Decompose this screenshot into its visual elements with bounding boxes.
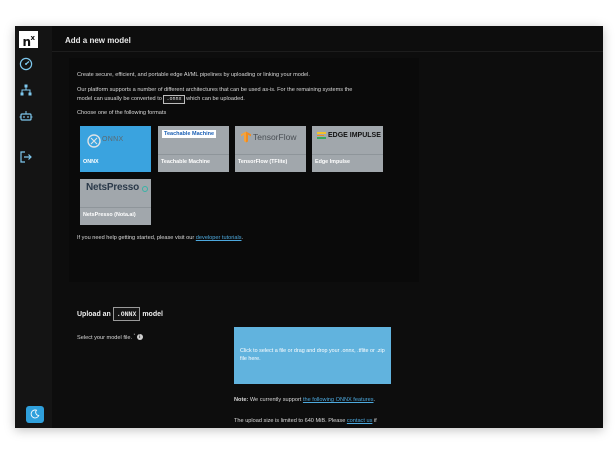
format-tile-label: Teachable Machine [161,159,211,165]
contact-us-link[interactable]: contact us [347,418,373,424]
onnx-logo-text: ONNX [102,136,124,143]
file-dropzone[interactable]: Click to select a file or drag and drop … [234,327,391,384]
info-icon[interactable]: i [136,334,143,341]
intro-card: Create secure, efficient, and portable e… [69,58,419,282]
format-tile-label: Edge Impulse [315,159,351,165]
upload-limit-text: The upload size is limited to 640 MiB. P… [234,417,377,425]
upload-format-code: .ONNX [112,307,141,321]
required-mark: * [133,332,136,337]
upload-title-post: model [142,311,163,318]
logo-text: n [22,35,31,49]
tile-divider [235,154,306,155]
robot-icon[interactable] [19,109,33,123]
sidebar: nx [15,26,52,428]
architectures-text: Our platform supports a number of differ… [77,87,353,93]
sitemap-icon[interactable] [19,83,33,97]
nx-logo[interactable]: nx [19,31,38,49]
theme-toggle-button[interactable] [26,406,44,423]
upload-title-pre: Upload an [77,311,111,318]
header-divider [52,51,603,52]
conversion-text-post: which can be uploaded. [186,96,245,102]
format-tile-teachable-machine[interactable]: Teachable Machine Teachable Machine [158,126,229,172]
page-title: Add a new model [65,36,131,45]
format-tile-label: ONNX [83,159,99,165]
intro-text: Create secure, efficient, and portable e… [77,72,310,78]
dashboard-gauge-icon[interactable] [19,57,33,71]
choose-format-text: Choose one of the following formats [77,110,167,116]
select-model-text: Select your model file. [77,334,133,341]
tensorflow-logo-text: TensorFlow [253,132,297,142]
help-text: If you need help getting started, please… [77,234,243,242]
edge-impulse-logo: EDGE IMPULSE [314,128,381,153]
developer-tutorials-link[interactable]: developer tutorials [196,235,242,241]
note-text-pre: We currently support [249,397,302,403]
dropzone-text: Click to select a file or drag and drop … [240,348,385,362]
teachable-machine-logo: Teachable Machine [160,128,227,153]
format-tile-edge-impulse[interactable]: EDGE IMPULSE Edge Impulse [312,126,383,172]
onnx-features-link[interactable]: the following ONNX features [303,397,374,403]
format-tile-label: TensorFlow (TFlite) [238,159,288,165]
help-text-post: . [241,235,244,241]
teachable-machine-logo-text: Teachable Machine [162,130,217,138]
netspresso-logo-text: NetsPresso [86,182,140,193]
note-label: Note: [234,397,249,403]
upload-title: Upload an .ONNX model [77,307,163,321]
format-tile-tensorflow[interactable]: TensorFlow TensorFlow (TFlite) [235,126,306,172]
tile-divider [158,154,229,155]
conversion-text-pre: model can usually be converted to [77,96,162,102]
format-tile-label: NetsPresso (Nota.ai) [83,212,136,218]
onnx-code: .onnx [163,95,185,104]
onnx-features-note: Note: We currently support the following… [234,396,375,404]
help-text-pre: If you need help getting started, please… [77,235,195,241]
select-model-label: Select your model file. * i [77,331,143,342]
tensorflow-icon [241,131,251,143]
onnx-logo: ONNX [82,128,149,153]
logout-icon[interactable] [19,150,33,164]
tile-divider [80,207,151,208]
logo-superscript: x [30,34,36,42]
moon-icon [30,409,40,419]
limit-text-post: if [373,418,377,424]
format-tile-onnx[interactable]: ONNX ONNX [80,126,151,172]
app-window: nx Add a new model Create secure, effici… [15,26,603,428]
edge-impulse-icon [317,132,326,139]
conversion-text: model can usually be converted to .onnx … [77,95,245,104]
tile-divider [80,154,151,155]
netspresso-logo: NetsPresso [82,181,149,206]
limit-text-pre: The upload size is limited to 640 MiB. P… [234,418,346,424]
edge-impulse-logo-text: EDGE IMPULSE [328,132,381,139]
format-tile-netspresso[interactable]: NetsPresso NetsPresso (Nota.ai) [80,179,151,225]
tensorflow-logo: TensorFlow [237,128,304,153]
note-text-post: . [373,397,376,403]
netspresso-swirl-icon [142,186,148,192]
tile-divider [312,154,383,155]
